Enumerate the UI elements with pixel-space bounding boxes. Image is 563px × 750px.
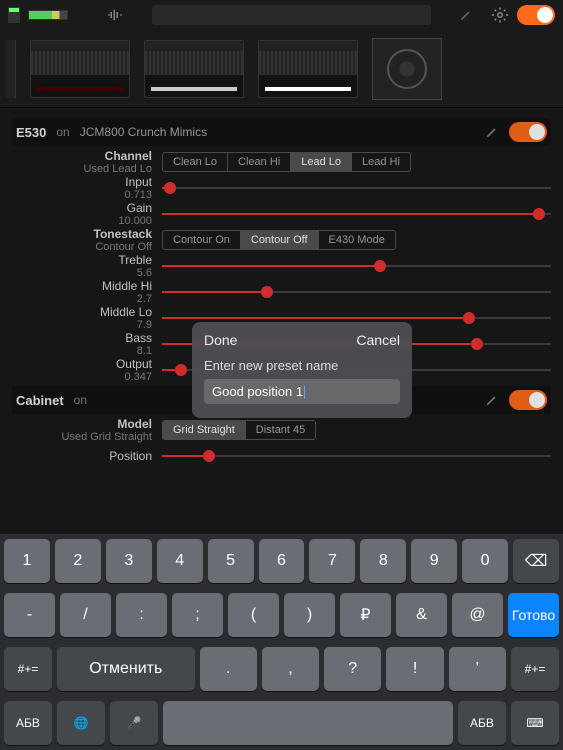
key[interactable]: 6 — [259, 539, 305, 583]
key[interactable]: 0 — [462, 539, 508, 583]
preset-name-dialog: Done Cancel Enter new preset name Good p… — [192, 322, 412, 418]
key[interactable]: 7 — [309, 539, 355, 583]
key[interactable]: ? — [324, 647, 381, 691]
key[interactable]: 5 — [208, 539, 254, 583]
key[interactable]: #+= — [511, 647, 559, 691]
key[interactable]: ! — [386, 647, 443, 691]
pencil-icon[interactable] — [459, 8, 473, 22]
key[interactable]: 1 — [4, 539, 50, 583]
preset-search[interactable] — [152, 5, 431, 25]
topbar — [0, 0, 563, 30]
key[interactable]: ' — [449, 647, 506, 691]
key[interactable]: - — [4, 593, 55, 637]
key[interactable]: АБВ — [4, 701, 52, 745]
gear-icon[interactable] — [491, 6, 509, 24]
key[interactable]: . — [200, 647, 257, 691]
key[interactable]: 🌐 — [57, 701, 105, 745]
key[interactable]: Отменить — [57, 647, 195, 691]
key[interactable]: / — [60, 593, 111, 637]
key[interactable]: 4 — [157, 539, 203, 583]
waveform-icon[interactable] — [106, 6, 124, 24]
key[interactable]: : — [116, 593, 167, 637]
key[interactable]: ) — [284, 593, 335, 637]
level-meter — [28, 10, 68, 20]
key[interactable] — [163, 701, 453, 745]
amp-thumb-1[interactable] — [30, 40, 130, 98]
key[interactable]: ( — [228, 593, 279, 637]
amp-thumb-3[interactable] — [258, 40, 358, 98]
dialog-done[interactable]: Done — [204, 332, 237, 348]
keyboard: 1234567890⌫ -/:;()₽&@Готово #+=Отменить.… — [0, 534, 563, 750]
key[interactable]: ; — [172, 593, 223, 637]
amp-strip — [0, 30, 563, 108]
amp-thumb-2[interactable] — [144, 40, 244, 98]
key[interactable]: Готово — [508, 593, 559, 637]
key[interactable]: #+= — [4, 647, 52, 691]
key[interactable]: , — [262, 647, 319, 691]
key[interactable]: 2 — [55, 539, 101, 583]
key[interactable]: & — [396, 593, 447, 637]
amp-slot-indicator — [6, 40, 16, 98]
cab-thumb[interactable] — [372, 38, 442, 100]
preset-name-input[interactable]: Good position 1 — [204, 379, 400, 404]
key[interactable]: @ — [452, 593, 503, 637]
key[interactable]: 🎤 — [110, 701, 158, 745]
master-toggle[interactable] — [517, 5, 555, 25]
key[interactable]: 3 — [106, 539, 152, 583]
key[interactable]: АБВ — [458, 701, 506, 745]
dialog-prompt: Enter new preset name — [204, 358, 400, 373]
key[interactable]: ⌫ — [513, 539, 559, 583]
key[interactable]: ₽ — [340, 593, 391, 637]
key[interactable]: ⌨ — [511, 701, 559, 745]
key[interactable]: 8 — [360, 539, 406, 583]
key[interactable]: 9 — [411, 539, 457, 583]
dialog-cancel[interactable]: Cancel — [356, 332, 400, 348]
level-meter-left — [8, 7, 20, 23]
